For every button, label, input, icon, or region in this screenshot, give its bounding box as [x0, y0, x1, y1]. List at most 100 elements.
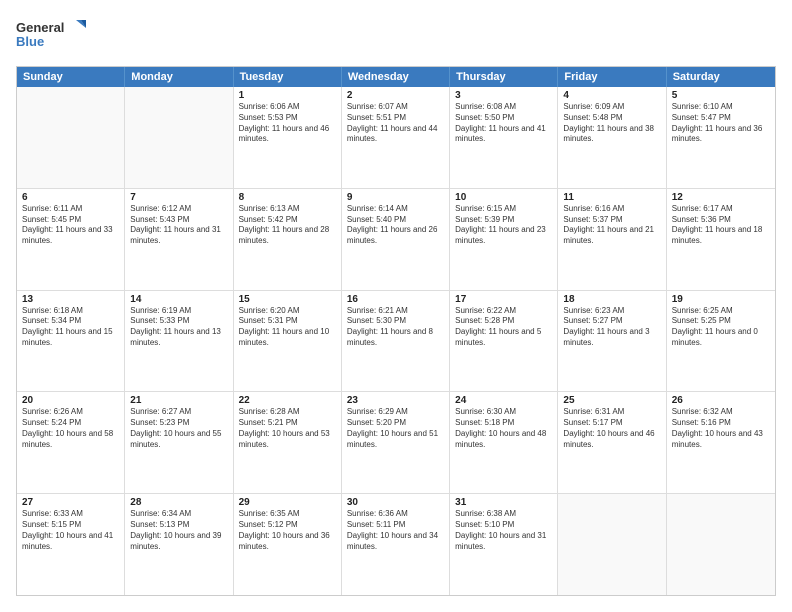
- calendar-cell: 21Sunrise: 6:27 AM Sunset: 5:23 PM Dayli…: [125, 392, 233, 493]
- cell-info: Sunrise: 6:12 AM Sunset: 5:43 PM Dayligh…: [130, 204, 227, 247]
- day-number: 19: [672, 294, 770, 305]
- calendar-cell: 6Sunrise: 6:11 AM Sunset: 5:45 PM Daylig…: [17, 189, 125, 290]
- day-number: 8: [239, 192, 336, 203]
- day-number: 2: [347, 90, 444, 101]
- calendar-cell: 27Sunrise: 6:33 AM Sunset: 5:15 PM Dayli…: [17, 494, 125, 595]
- cell-info: Sunrise: 6:26 AM Sunset: 5:24 PM Dayligh…: [22, 407, 119, 450]
- svg-text:Blue: Blue: [16, 34, 44, 49]
- cell-info: Sunrise: 6:19 AM Sunset: 5:33 PM Dayligh…: [130, 306, 227, 349]
- cell-info: Sunrise: 6:14 AM Sunset: 5:40 PM Dayligh…: [347, 204, 444, 247]
- calendar-row: 1Sunrise: 6:06 AM Sunset: 5:53 PM Daylig…: [17, 87, 775, 189]
- cell-info: Sunrise: 6:38 AM Sunset: 5:10 PM Dayligh…: [455, 509, 552, 552]
- calendar-row: 27Sunrise: 6:33 AM Sunset: 5:15 PM Dayli…: [17, 494, 775, 595]
- cell-info: Sunrise: 6:07 AM Sunset: 5:51 PM Dayligh…: [347, 102, 444, 145]
- calendar: SundayMondayTuesdayWednesdayThursdayFrid…: [16, 66, 776, 596]
- day-number: 26: [672, 395, 770, 406]
- calendar-cell: [17, 87, 125, 188]
- calendar-cell: 8Sunrise: 6:13 AM Sunset: 5:42 PM Daylig…: [234, 189, 342, 290]
- calendar-cell: 22Sunrise: 6:28 AM Sunset: 5:21 PM Dayli…: [234, 392, 342, 493]
- day-number: 20: [22, 395, 119, 406]
- header-day: Wednesday: [342, 67, 450, 87]
- header-day: Friday: [558, 67, 666, 87]
- cell-info: Sunrise: 6:29 AM Sunset: 5:20 PM Dayligh…: [347, 407, 444, 450]
- calendar-cell: 11Sunrise: 6:16 AM Sunset: 5:37 PM Dayli…: [558, 189, 666, 290]
- day-number: 27: [22, 497, 119, 508]
- calendar-cell: 10Sunrise: 6:15 AM Sunset: 5:39 PM Dayli…: [450, 189, 558, 290]
- calendar-cell: 2Sunrise: 6:07 AM Sunset: 5:51 PM Daylig…: [342, 87, 450, 188]
- calendar-cell: 9Sunrise: 6:14 AM Sunset: 5:40 PM Daylig…: [342, 189, 450, 290]
- cell-info: Sunrise: 6:13 AM Sunset: 5:42 PM Dayligh…: [239, 204, 336, 247]
- calendar-cell: 16Sunrise: 6:21 AM Sunset: 5:30 PM Dayli…: [342, 291, 450, 392]
- calendar-cell: [667, 494, 775, 595]
- header-day: Tuesday: [234, 67, 342, 87]
- day-number: 17: [455, 294, 552, 305]
- calendar-cell: 24Sunrise: 6:30 AM Sunset: 5:18 PM Dayli…: [450, 392, 558, 493]
- calendar-cell: 3Sunrise: 6:08 AM Sunset: 5:50 PM Daylig…: [450, 87, 558, 188]
- day-number: 21: [130, 395, 227, 406]
- day-number: 31: [455, 497, 552, 508]
- cell-info: Sunrise: 6:35 AM Sunset: 5:12 PM Dayligh…: [239, 509, 336, 552]
- cell-info: Sunrise: 6:15 AM Sunset: 5:39 PM Dayligh…: [455, 204, 552, 247]
- logo: General Blue: [16, 16, 86, 56]
- day-number: 5: [672, 90, 770, 101]
- cell-info: Sunrise: 6:16 AM Sunset: 5:37 PM Dayligh…: [563, 204, 660, 247]
- page: General Blue SundayMondayTuesdayWednesda…: [0, 0, 792, 612]
- cell-info: Sunrise: 6:25 AM Sunset: 5:25 PM Dayligh…: [672, 306, 770, 349]
- header: General Blue: [16, 16, 776, 56]
- day-number: 16: [347, 294, 444, 305]
- calendar-cell: [558, 494, 666, 595]
- cell-info: Sunrise: 6:18 AM Sunset: 5:34 PM Dayligh…: [22, 306, 119, 349]
- calendar-row: 20Sunrise: 6:26 AM Sunset: 5:24 PM Dayli…: [17, 392, 775, 494]
- cell-info: Sunrise: 6:08 AM Sunset: 5:50 PM Dayligh…: [455, 102, 552, 145]
- cell-info: Sunrise: 6:06 AM Sunset: 5:53 PM Dayligh…: [239, 102, 336, 145]
- cell-info: Sunrise: 6:21 AM Sunset: 5:30 PM Dayligh…: [347, 306, 444, 349]
- calendar-cell: 15Sunrise: 6:20 AM Sunset: 5:31 PM Dayli…: [234, 291, 342, 392]
- cell-info: Sunrise: 6:27 AM Sunset: 5:23 PM Dayligh…: [130, 407, 227, 450]
- calendar-cell: 23Sunrise: 6:29 AM Sunset: 5:20 PM Dayli…: [342, 392, 450, 493]
- day-number: 24: [455, 395, 552, 406]
- logo-svg: General Blue: [16, 16, 86, 56]
- day-number: 15: [239, 294, 336, 305]
- cell-info: Sunrise: 6:23 AM Sunset: 5:27 PM Dayligh…: [563, 306, 660, 349]
- day-number: 23: [347, 395, 444, 406]
- cell-info: Sunrise: 6:28 AM Sunset: 5:21 PM Dayligh…: [239, 407, 336, 450]
- day-number: 22: [239, 395, 336, 406]
- day-number: 7: [130, 192, 227, 203]
- day-number: 28: [130, 497, 227, 508]
- calendar-body: 1Sunrise: 6:06 AM Sunset: 5:53 PM Daylig…: [17, 87, 775, 595]
- header-day: Monday: [125, 67, 233, 87]
- cell-info: Sunrise: 6:33 AM Sunset: 5:15 PM Dayligh…: [22, 509, 119, 552]
- day-number: 30: [347, 497, 444, 508]
- day-number: 13: [22, 294, 119, 305]
- cell-info: Sunrise: 6:20 AM Sunset: 5:31 PM Dayligh…: [239, 306, 336, 349]
- calendar-cell: 29Sunrise: 6:35 AM Sunset: 5:12 PM Dayli…: [234, 494, 342, 595]
- calendar-cell: 19Sunrise: 6:25 AM Sunset: 5:25 PM Dayli…: [667, 291, 775, 392]
- cell-info: Sunrise: 6:34 AM Sunset: 5:13 PM Dayligh…: [130, 509, 227, 552]
- cell-info: Sunrise: 6:22 AM Sunset: 5:28 PM Dayligh…: [455, 306, 552, 349]
- day-number: 3: [455, 90, 552, 101]
- cell-info: Sunrise: 6:31 AM Sunset: 5:17 PM Dayligh…: [563, 407, 660, 450]
- day-number: 11: [563, 192, 660, 203]
- calendar-row: 13Sunrise: 6:18 AM Sunset: 5:34 PM Dayli…: [17, 291, 775, 393]
- calendar-cell: 4Sunrise: 6:09 AM Sunset: 5:48 PM Daylig…: [558, 87, 666, 188]
- header-day: Sunday: [17, 67, 125, 87]
- day-number: 12: [672, 192, 770, 203]
- calendar-cell: 13Sunrise: 6:18 AM Sunset: 5:34 PM Dayli…: [17, 291, 125, 392]
- calendar-cell: 18Sunrise: 6:23 AM Sunset: 5:27 PM Dayli…: [558, 291, 666, 392]
- calendar-cell: 12Sunrise: 6:17 AM Sunset: 5:36 PM Dayli…: [667, 189, 775, 290]
- day-number: 9: [347, 192, 444, 203]
- day-number: 25: [563, 395, 660, 406]
- svg-text:General: General: [16, 20, 64, 35]
- day-number: 18: [563, 294, 660, 305]
- calendar-cell: 28Sunrise: 6:34 AM Sunset: 5:13 PM Dayli…: [125, 494, 233, 595]
- cell-info: Sunrise: 6:09 AM Sunset: 5:48 PM Dayligh…: [563, 102, 660, 145]
- cell-info: Sunrise: 6:32 AM Sunset: 5:16 PM Dayligh…: [672, 407, 770, 450]
- calendar-cell: 31Sunrise: 6:38 AM Sunset: 5:10 PM Dayli…: [450, 494, 558, 595]
- day-number: 1: [239, 90, 336, 101]
- header-day: Thursday: [450, 67, 558, 87]
- calendar-cell: 7Sunrise: 6:12 AM Sunset: 5:43 PM Daylig…: [125, 189, 233, 290]
- cell-info: Sunrise: 6:36 AM Sunset: 5:11 PM Dayligh…: [347, 509, 444, 552]
- calendar-row: 6Sunrise: 6:11 AM Sunset: 5:45 PM Daylig…: [17, 189, 775, 291]
- calendar-cell: 20Sunrise: 6:26 AM Sunset: 5:24 PM Dayli…: [17, 392, 125, 493]
- calendar-cell: [125, 87, 233, 188]
